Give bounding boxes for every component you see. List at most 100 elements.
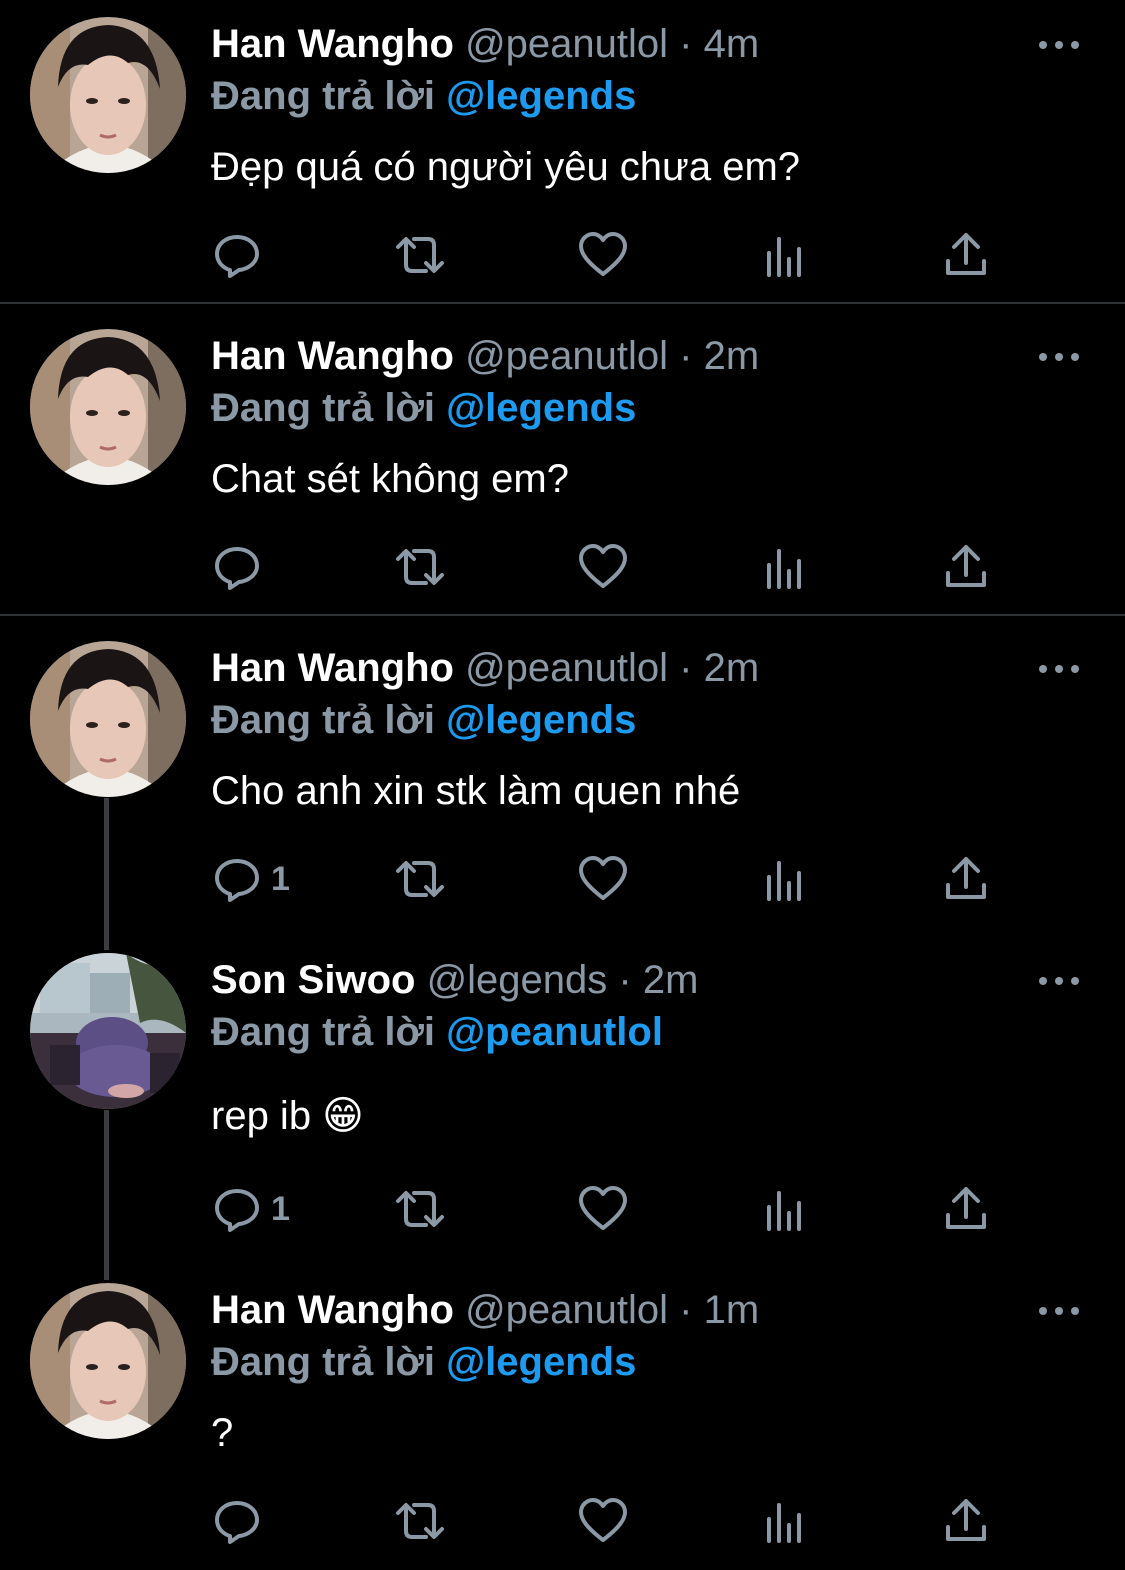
tweet-header: Han Wangho @peanutlol · 1m xyxy=(211,1284,759,1336)
analytics-button[interactable] xyxy=(765,1179,805,1239)
timestamp[interactable]: · 1m xyxy=(679,1288,759,1332)
more-icon[interactable] xyxy=(1039,350,1079,364)
like-button[interactable] xyxy=(578,1491,628,1551)
tweet-actions: 1 xyxy=(0,849,1125,909)
tweet-text: Cho anh xin stk làm quen nhé xyxy=(211,769,741,813)
display-name[interactable]: Han Wangho xyxy=(211,646,454,690)
tweet-header: Han Wangho @peanutlol · 4m xyxy=(211,18,759,70)
replying-to: Đang trả lời @peanutlol xyxy=(211,1006,663,1058)
display-name[interactable]: Han Wangho xyxy=(211,1288,454,1332)
tweet-divider xyxy=(0,302,1125,304)
reply-count: 1 xyxy=(271,1189,290,1228)
retweet-button[interactable] xyxy=(392,1491,448,1551)
reply-icon xyxy=(215,859,259,902)
share-button[interactable] xyxy=(944,1491,988,1551)
replying-to: Đang trả lời @legends xyxy=(211,694,636,746)
display-name[interactable]: Son Siwoo xyxy=(211,958,415,1002)
reply-button[interactable] xyxy=(213,225,271,285)
retweet-icon xyxy=(396,1503,444,1539)
timestamp[interactable]: · 4m xyxy=(679,22,759,66)
user-handle[interactable]: @legends xyxy=(427,958,608,1002)
share-button[interactable] xyxy=(944,849,988,909)
more-icon[interactable] xyxy=(1039,1304,1079,1318)
replying-to-handle[interactable]: @legends xyxy=(446,698,636,742)
more-icon[interactable] xyxy=(1039,662,1079,676)
replying-to-label: Đang trả lời xyxy=(211,1010,436,1054)
reply-icon xyxy=(215,547,259,590)
replying-to-handle[interactable]: @peanutlol xyxy=(446,1010,663,1054)
share-icon xyxy=(946,1499,986,1541)
analytics-button[interactable] xyxy=(765,1491,805,1551)
avatar[interactable] xyxy=(30,329,186,485)
tweet-actions: 1 xyxy=(0,1179,1125,1239)
like-icon xyxy=(579,856,627,900)
retweet-button[interactable] xyxy=(392,849,448,909)
avatar[interactable] xyxy=(30,953,186,1109)
reply-button[interactable]: 1 xyxy=(213,1179,290,1239)
share-icon xyxy=(946,545,986,587)
retweet-icon xyxy=(396,237,444,273)
retweet-icon xyxy=(396,1191,444,1227)
reply-icon xyxy=(215,1501,259,1544)
replying-to-handle[interactable]: @legends xyxy=(446,74,636,118)
retweet-button[interactable] xyxy=(392,225,448,285)
tweet-text: ? xyxy=(211,1411,234,1455)
display-name[interactable]: Han Wangho xyxy=(211,22,454,66)
tweet[interactable]: Han Wangho @peanutlol · 4m Đang trả lời … xyxy=(0,0,1125,302)
timestamp[interactable]: · 2m xyxy=(679,646,759,690)
like-button[interactable] xyxy=(578,849,628,909)
avatar[interactable] xyxy=(30,17,186,173)
more-icon[interactable] xyxy=(1039,38,1079,52)
replying-to-handle[interactable]: @legends xyxy=(446,1340,636,1384)
like-button[interactable] xyxy=(578,537,628,597)
user-handle[interactable]: @peanutlol xyxy=(465,646,668,690)
tweet-actions xyxy=(0,537,1125,597)
share-button[interactable] xyxy=(944,537,988,597)
reply-button[interactable] xyxy=(213,537,271,597)
tweet[interactable]: Han Wangho @peanutlol · 2m Đang trả lời … xyxy=(0,624,1125,936)
avatar[interactable] xyxy=(30,1283,186,1439)
like-button[interactable] xyxy=(578,225,628,285)
analytics-icon xyxy=(767,1503,801,1543)
tweet[interactable]: Han Wangho @peanutlol · 2m Đang trả lời … xyxy=(0,312,1125,614)
tweet-actions xyxy=(0,225,1125,285)
analytics-icon xyxy=(767,237,801,277)
retweet-icon xyxy=(396,861,444,897)
user-handle[interactable]: @peanutlol xyxy=(465,334,668,378)
replying-to: Đang trả lời @legends xyxy=(211,70,636,122)
tweet-header: Han Wangho @peanutlol · 2m xyxy=(211,642,759,694)
reply-button[interactable] xyxy=(213,1491,271,1551)
analytics-icon xyxy=(767,861,801,901)
analytics-button[interactable] xyxy=(765,225,805,285)
retweet-icon xyxy=(396,549,444,585)
like-icon xyxy=(579,232,627,276)
replying-to-label: Đang trả lời xyxy=(211,386,436,430)
timestamp[interactable]: · 2m xyxy=(679,334,759,378)
share-icon xyxy=(946,857,986,899)
reply-button[interactable]: 1 xyxy=(213,849,290,909)
user-handle[interactable]: @peanutlol xyxy=(465,22,668,66)
share-button[interactable] xyxy=(944,225,988,285)
reply-icon xyxy=(215,235,259,278)
tweet-header: Son Siwoo @legends · 2m xyxy=(211,954,698,1006)
tweet-divider xyxy=(0,614,1125,616)
user-handle[interactable]: @peanutlol xyxy=(465,1288,668,1332)
replying-to-label: Đang trả lời xyxy=(211,698,436,742)
timestamp[interactable]: · 2m xyxy=(618,958,698,1002)
replying-to-label: Đang trả lời xyxy=(211,1340,436,1384)
replying-to-handle[interactable]: @legends xyxy=(446,386,636,430)
reply-icon xyxy=(215,1189,259,1232)
share-button[interactable] xyxy=(944,1179,988,1239)
replying-to: Đang trả lời @legends xyxy=(211,382,636,434)
analytics-button[interactable] xyxy=(765,537,805,597)
retweet-button[interactable] xyxy=(392,537,448,597)
tweet[interactable]: Han Wangho @peanutlol · 1m Đang trả lời … xyxy=(0,1266,1125,1570)
retweet-button[interactable] xyxy=(392,1179,448,1239)
avatar[interactable] xyxy=(30,641,186,797)
analytics-button[interactable] xyxy=(765,849,805,909)
share-icon xyxy=(946,233,986,275)
like-button[interactable] xyxy=(578,1179,628,1239)
display-name[interactable]: Han Wangho xyxy=(211,334,454,378)
tweet[interactable]: Son Siwoo @legends · 2m Đang trả lời @pe… xyxy=(0,936,1125,1266)
more-icon[interactable] xyxy=(1039,974,1079,988)
